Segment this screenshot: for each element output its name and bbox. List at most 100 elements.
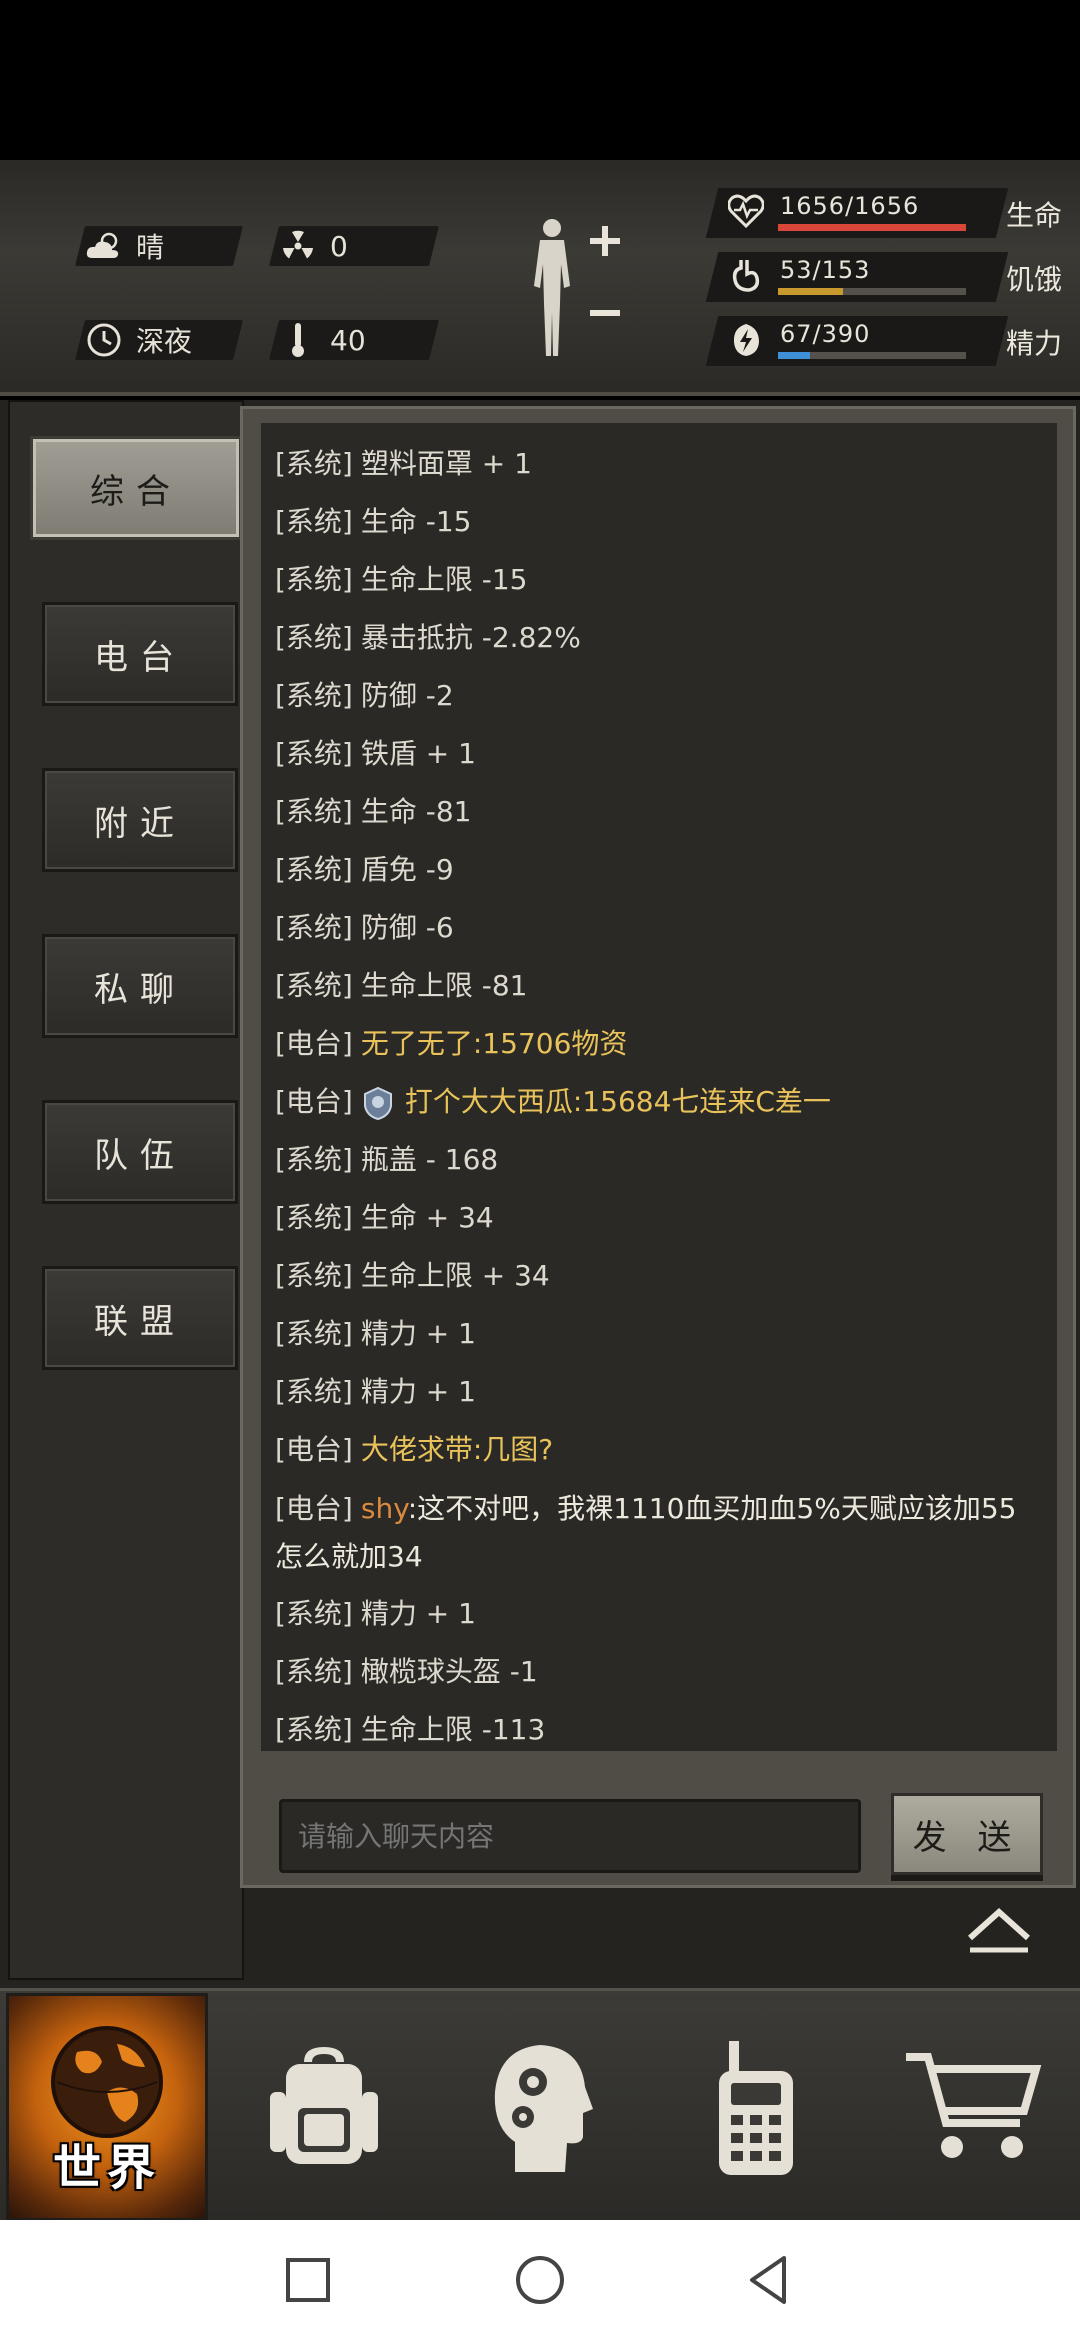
temperature-chip: 40 [269,320,439,360]
message-text: 塑料面罩 + 1 [360,447,532,480]
energy-label: 精力 [1005,327,1062,360]
weather-chip: 晴 [75,226,243,266]
energy-bolt-icon [726,322,766,362]
chat-message: [系统] 暴击抵抗 -2.82% [275,609,1043,667]
head-gears-icon [494,2045,593,2172]
message-channel-tag: [电台] [275,1492,353,1525]
chat-message: [系统] 精力 + 1 [275,1305,1043,1363]
energy-meter: 67/390 精力 [705,316,1062,366]
tab-alliance[interactable]: 联盟 [42,1266,238,1370]
body-status-button[interactable] [520,216,630,366]
tab-radio[interactable]: 电台 [42,602,238,706]
message-text: 生命上限 -113 [360,1713,546,1746]
chat-message: [系统] 橄榄球头盔 -1 [275,1643,1043,1701]
message-text: 铁盾 + 1 [360,737,476,770]
system-navigation-bar [0,2220,1080,2340]
radiation-value: 0 [330,229,348,263]
nav-shop[interactable] [864,1991,1080,2223]
message-text: 橄榄球头盔 -1 [360,1655,538,1688]
tab-general[interactable]: 综合 [30,436,242,540]
chat-message: [系统] 盾免 -9 [275,841,1043,899]
home-circle-icon[interactable] [510,2250,570,2310]
chat-message: [电台] 大佬求带:几图? [275,1421,1043,1479]
walkie-talkie-icon [719,2041,793,2175]
message-text: 精力 + 1 [360,1375,476,1408]
collapse-chevron-icon[interactable] [964,1900,1034,1954]
message-channel-tag: [电台] [275,1085,353,1118]
message-sender-name[interactable]: 无了无了 [361,1027,473,1060]
message-channel-tag: [系统] [275,1375,353,1408]
message-text: :几图? [472,1433,554,1466]
nav-backpack[interactable] [216,1991,432,2223]
weather-text: 晴 [136,231,165,264]
message-channel-tag: [系统] [275,563,353,596]
message-sender-name[interactable]: shy [361,1492,408,1525]
cart-icon [906,2053,1042,2158]
message-text: 精力 + 1 [360,1317,476,1350]
message-text: 瓶盖 - 168 [360,1143,499,1176]
message-channel-tag: [系统] [275,679,353,712]
backpack-icon [270,2047,378,2164]
tab-private[interactable]: 私聊 [42,934,238,1038]
globe-icon [51,2026,163,2138]
nav-world-label: 世界 [52,2140,161,2196]
chat-message: [系统] 防御 -6 [275,899,1043,957]
chat-message: [电台] 无了无了:15706物资 [275,1015,1043,1073]
message-text: :15684七连来C差一 [572,1085,831,1118]
message-channel-tag: [电台] [275,1433,353,1466]
temperature-value: 40 [330,323,366,357]
chat-message: [系统] 生命上限 -81 [275,957,1043,1015]
body-figure-icon [534,219,620,356]
message-text: 暴击抵抗 -2.82% [360,621,581,654]
health-meter: 1656/1656 生命 [705,188,1062,238]
message-text: 生命上限 -81 [360,969,528,1002]
nav-world[interactable]: 世界 [6,1993,208,2221]
chat-message: [系统] 铁盾 + 1 [275,725,1043,783]
cloud-sun-icon [80,226,128,266]
nav-skills[interactable] [432,1991,648,2223]
health-label: 生命 [1005,199,1062,232]
recents-square-icon[interactable] [278,2250,338,2310]
back-triangle-icon[interactable] [740,2250,800,2310]
message-text: 生命上限 -15 [360,563,528,596]
time-text: 深夜 [136,325,193,358]
message-channel-tag: [电台] [275,1027,353,1060]
message-text: 生命上限 + 34 [360,1259,550,1292]
message-channel-tag: [系统] [275,795,353,828]
heart-icon [726,194,766,234]
chat-input[interactable] [279,1799,861,1873]
message-channel-tag: [系统] [275,911,353,944]
chat-message: [系统] 生命上限 -15 [275,551,1043,609]
tab-team[interactable]: 队伍 [42,1100,238,1204]
message-channel-tag: [系统] [275,1143,353,1176]
send-button[interactable]: 发 送 [891,1793,1043,1875]
message-text: :15706物资 [472,1027,628,1060]
message-channel-tag: [系统] [275,969,353,1002]
stomach-icon [726,258,766,298]
message-text: 生命 -81 [360,795,472,828]
clock-icon [80,320,128,360]
health-bar [778,224,966,231]
chat-message: [系统] 精力 + 1 [275,1363,1043,1421]
chat-message: [系统] 生命 -81 [275,783,1043,841]
energy-value: 67/390 [780,320,871,348]
message-channel-tag: [系统] [275,447,353,480]
chat-log[interactable]: [系统] 塑料面罩 + 1 [系统] 生命 -15 [系统] 生命上限 -15 [系统] 暴击… [261,423,1057,1751]
chat-message: [系统] 精力 + 1 [275,1585,1043,1643]
chat-message: [系统] 生命 -15 [275,493,1043,551]
chat-message: [系统] 防御 -2 [275,667,1043,725]
message-sender-name[interactable]: 打个大大西瓜 [405,1085,573,1118]
radiation-icon [274,226,322,266]
energy-bar [778,352,966,359]
message-channel-tag: [系统] [275,621,353,654]
chat-message: [系统] 生命 + 34 [275,1189,1043,1247]
message-channel-tag: [系统] [275,737,353,770]
message-channel-tag: [系统] [275,1201,353,1234]
time-chip: 深夜 [75,320,243,360]
nav-radio[interactable] [648,1991,864,2223]
message-channel-tag: [系统] [275,505,353,538]
hunger-bar [778,288,966,295]
tab-nearby[interactable]: 附近 [42,768,238,872]
message-sender-name[interactable]: 大佬求带 [361,1433,473,1466]
radiation-chip: 0 [269,226,439,266]
